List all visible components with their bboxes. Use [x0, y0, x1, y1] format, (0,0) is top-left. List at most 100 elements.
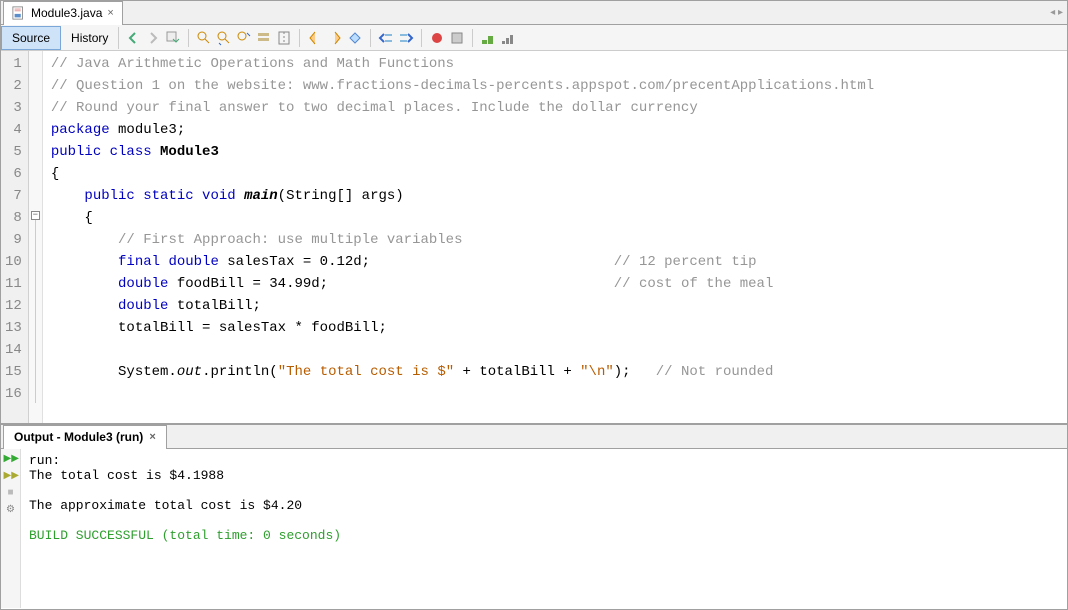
shift-left-icon[interactable]: [378, 30, 394, 46]
macro-stop-icon[interactable]: [449, 30, 465, 46]
fold-row: [29, 117, 42, 139]
fold-row: [29, 183, 42, 205]
code-line: package module3;: [51, 119, 1059, 141]
file-tab-label: Module3.java: [31, 6, 102, 20]
code-area[interactable]: // Java Arithmetic Operations and Math F…: [43, 51, 1067, 423]
output-tab-label: Output - Module3 (run): [14, 430, 143, 444]
nav-down-icon[interactable]: [165, 30, 181, 46]
code-line: public static void main(String[] args): [51, 185, 1059, 207]
file-tab-module3[interactable]: Module3.java ×: [3, 1, 123, 25]
code-line: // Round your final answer to two decima…: [51, 97, 1059, 119]
nav-forward-icon[interactable]: [145, 30, 161, 46]
output-tab[interactable]: Output - Module3 (run) ×: [3, 425, 167, 449]
line-number: 13: [5, 317, 22, 339]
fold-row: [29, 271, 42, 293]
line-number: 5: [5, 141, 22, 163]
toolbar-separator: [421, 29, 422, 47]
rerun-icon[interactable]: ▶▶: [4, 452, 18, 466]
find-next-icon[interactable]: [216, 30, 232, 46]
output-line: The approximate total cost is $4.20: [29, 498, 302, 513]
line-number: 1: [5, 53, 22, 75]
prev-bookmark-icon[interactable]: [307, 30, 323, 46]
output-panel: Output - Module3 (run) × ▶▶ ▶▶ ■ ⚙ run: …: [1, 423, 1067, 608]
line-number: 2: [5, 75, 22, 97]
output-gutter: ▶▶ ▶▶ ■ ⚙: [1, 449, 21, 608]
close-output-icon[interactable]: ×: [149, 431, 155, 443]
fold-row: [29, 161, 42, 183]
stop-icon[interactable]: ■: [4, 486, 18, 500]
output-line: run:: [29, 453, 60, 468]
code-line: {: [51, 207, 1059, 229]
line-number: 9: [5, 229, 22, 251]
code-line: // Java Arithmetic Operations and Math F…: [51, 53, 1059, 75]
run-icon[interactable]: ▶▶: [4, 469, 18, 483]
nav-back-icon[interactable]: [125, 30, 141, 46]
fold-row: [29, 249, 42, 271]
line-number: 10: [5, 251, 22, 273]
bookmark-icon[interactable]: [276, 30, 292, 46]
code-line: // Question 1 on the website: www.fracti…: [51, 75, 1059, 97]
output-build-status: BUILD SUCCESSFUL (total time: 0 seconds): [29, 528, 341, 543]
next-bookmark-icon[interactable]: [327, 30, 343, 46]
code-line: double totalBill;: [51, 295, 1059, 317]
editor-subnav: Source History: [1, 25, 1067, 51]
tab-overflow-icon[interactable]: ◂ ▸: [1050, 7, 1063, 18]
line-number: 12: [5, 295, 22, 317]
java-file-icon: [12, 6, 26, 20]
fold-row: [29, 337, 42, 359]
code-line: [51, 339, 1059, 361]
shift-right-icon[interactable]: [398, 30, 414, 46]
code-line: final double salesTax = 0.12d; // 12 per…: [51, 251, 1059, 273]
line-number: 16: [5, 383, 22, 405]
line-number: 3: [5, 97, 22, 119]
toolbar-separator: [299, 29, 300, 47]
output-line: The total cost is $4.1988: [29, 468, 224, 483]
fold-row: [29, 227, 42, 249]
line-number: 4: [5, 119, 22, 141]
close-tab-icon[interactable]: ×: [107, 7, 113, 19]
editor-tabs: Module3.java × ◂ ▸: [1, 1, 1067, 25]
code-line: {: [51, 163, 1059, 185]
code-line: [51, 383, 1059, 405]
code-line: totalBill = salesTax * foodBill;: [51, 317, 1059, 339]
output-body: ▶▶ ▶▶ ■ ⚙ run: The total cost is $4.1988…: [1, 449, 1067, 608]
subtab-source[interactable]: Source: [1, 26, 61, 50]
line-number: 7: [5, 185, 22, 207]
subtab-history[interactable]: History: [61, 27, 119, 49]
line-number: 6: [5, 163, 22, 185]
toolbar-separator: [370, 29, 371, 47]
toolbar-separator: [472, 29, 473, 47]
uncomment-icon[interactable]: [500, 30, 516, 46]
line-number: 11: [5, 273, 22, 295]
fold-row: [29, 315, 42, 337]
toolbar-separator: [188, 29, 189, 47]
find-selection-icon[interactable]: [236, 30, 252, 46]
line-number: 15: [5, 361, 22, 383]
line-number: 8: [5, 207, 22, 229]
macro-record-icon[interactable]: [429, 30, 445, 46]
fold-row: [29, 139, 42, 161]
fold-row: [29, 73, 42, 95]
find-prev-icon[interactable]: [196, 30, 212, 46]
fold-row: [29, 381, 42, 403]
output-tab-bar: Output - Module3 (run) ×: [1, 425, 1067, 449]
fold-row: [29, 293, 42, 315]
comment-icon[interactable]: [480, 30, 496, 46]
fold-row: [29, 359, 42, 381]
code-editor[interactable]: 12345678910111213141516 − // Java Arithm…: [1, 51, 1067, 423]
line-number-gutter: 12345678910111213141516: [1, 51, 29, 423]
code-line: public class Module3: [51, 141, 1059, 163]
line-number: 14: [5, 339, 22, 361]
fold-row: −: [29, 205, 42, 227]
fold-row: [29, 95, 42, 117]
output-console[interactable]: run: The total cost is $4.1988 The appro…: [21, 449, 1067, 608]
highlight-icon[interactable]: [256, 30, 272, 46]
fold-row: [29, 51, 42, 73]
code-line: System.out.println("The total cost is $"…: [51, 361, 1059, 383]
fold-toggle-icon[interactable]: −: [31, 211, 40, 220]
editor-toolbar: [119, 29, 522, 47]
settings-icon[interactable]: ⚙: [4, 503, 18, 517]
toggle-bookmark-icon[interactable]: [347, 30, 363, 46]
code-line: // First Approach: use multiple variable…: [51, 229, 1059, 251]
fold-gutter: −: [29, 51, 43, 423]
